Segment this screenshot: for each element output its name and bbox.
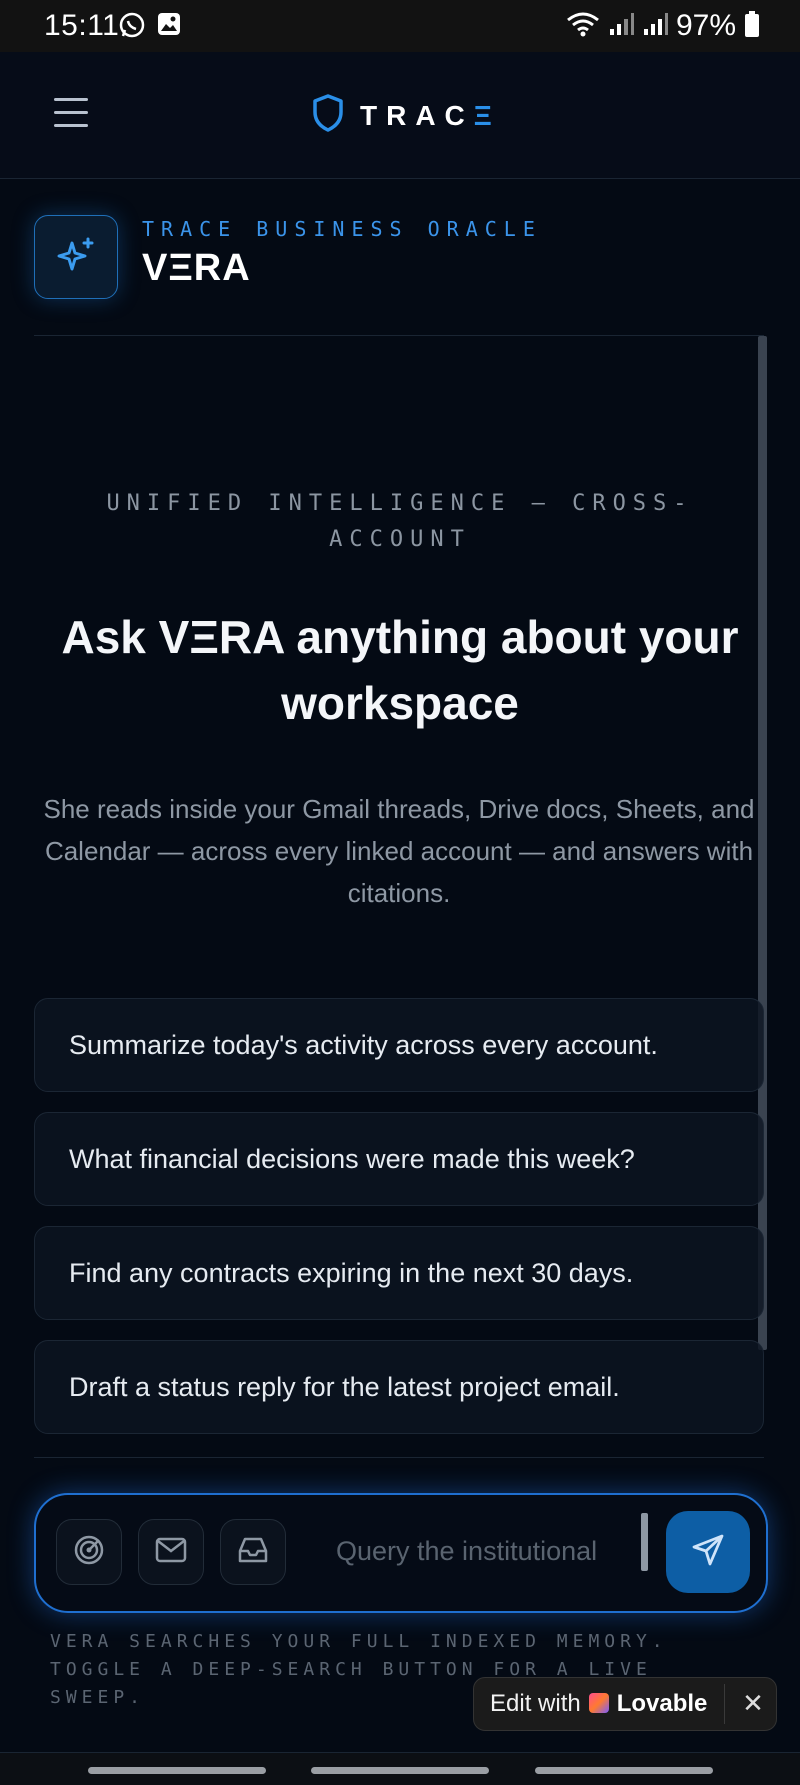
sparkles-icon <box>34 215 118 299</box>
lovable-badge[interactable]: Edit with Lovable ✕ <box>473 1677 777 1731</box>
menu-button[interactable] <box>54 98 88 130</box>
battery-icon <box>744 10 760 43</box>
mail-icon <box>155 1537 187 1568</box>
inbox-search-button[interactable] <box>220 1519 286 1585</box>
page-title: Ask VΞRA anything about your workspace <box>61 611 739 729</box>
send-button[interactable] <box>666 1511 750 1593</box>
suggestion-item[interactable]: What financial decisions were made this … <box>34 1112 764 1206</box>
nav-pill[interactable] <box>88 1767 266 1774</box>
brand-name: TRACΞ <box>360 99 501 131</box>
oracle-name: VΞRA <box>142 247 251 289</box>
text-caret <box>641 1513 648 1571</box>
page-description: She reads inside your Gmail threads, Dri… <box>43 794 755 908</box>
whatsapp-icon <box>118 11 146 44</box>
suggestion-item[interactable]: Summarize today's activity across every … <box>34 998 764 1092</box>
signal-icon <box>642 11 668 42</box>
mail-search-button[interactable] <box>138 1519 204 1585</box>
divider <box>34 1457 764 1458</box>
battery-percent: 97% <box>675 9 736 42</box>
app-header: TRACΞ <box>0 52 800 179</box>
radar-icon <box>73 1534 105 1571</box>
system-nav-bar <box>0 1752 800 1785</box>
divider <box>34 335 764 336</box>
nav-pill[interactable] <box>535 1767 713 1774</box>
gallery-icon <box>156 11 182 44</box>
lovable-logo-icon <box>588 1693 609 1713</box>
status-bar: 15:11 97% <box>0 0 800 52</box>
inbox-icon <box>237 1536 269 1569</box>
send-icon <box>690 1532 726 1573</box>
suggestion-item[interactable]: Find any contracts expiring in the next … <box>34 1226 764 1320</box>
wifi-icon <box>566 11 600 42</box>
brand-logo: TRACΞ <box>312 94 501 137</box>
badge-divider <box>724 1684 725 1724</box>
nav-pill[interactable] <box>311 1767 489 1774</box>
shield-icon <box>312 94 344 137</box>
suggestion-list: Summarize today's activity across every … <box>34 998 764 1454</box>
query-input[interactable]: Query the institutional memory <box>336 1529 601 1589</box>
status-time: 15:11 <box>44 9 120 42</box>
close-badge-button[interactable]: ✕ <box>738 1686 768 1720</box>
deep-search-button[interactable] <box>56 1519 122 1585</box>
oracle-kicker: TRACE BUSINESS ORACLE <box>142 217 542 241</box>
badge-label: Edit with Lovable <box>490 1690 708 1717</box>
menu-icon <box>54 98 88 101</box>
signal-icon <box>608 11 634 42</box>
query-composer: Query the institutional memory <box>34 1493 768 1613</box>
suggestion-item[interactable]: Draft a status reply for the latest proj… <box>34 1340 764 1434</box>
section-kicker: UNIFIED INTELLIGENCE — CROSS-ACCOUNT <box>106 491 694 552</box>
